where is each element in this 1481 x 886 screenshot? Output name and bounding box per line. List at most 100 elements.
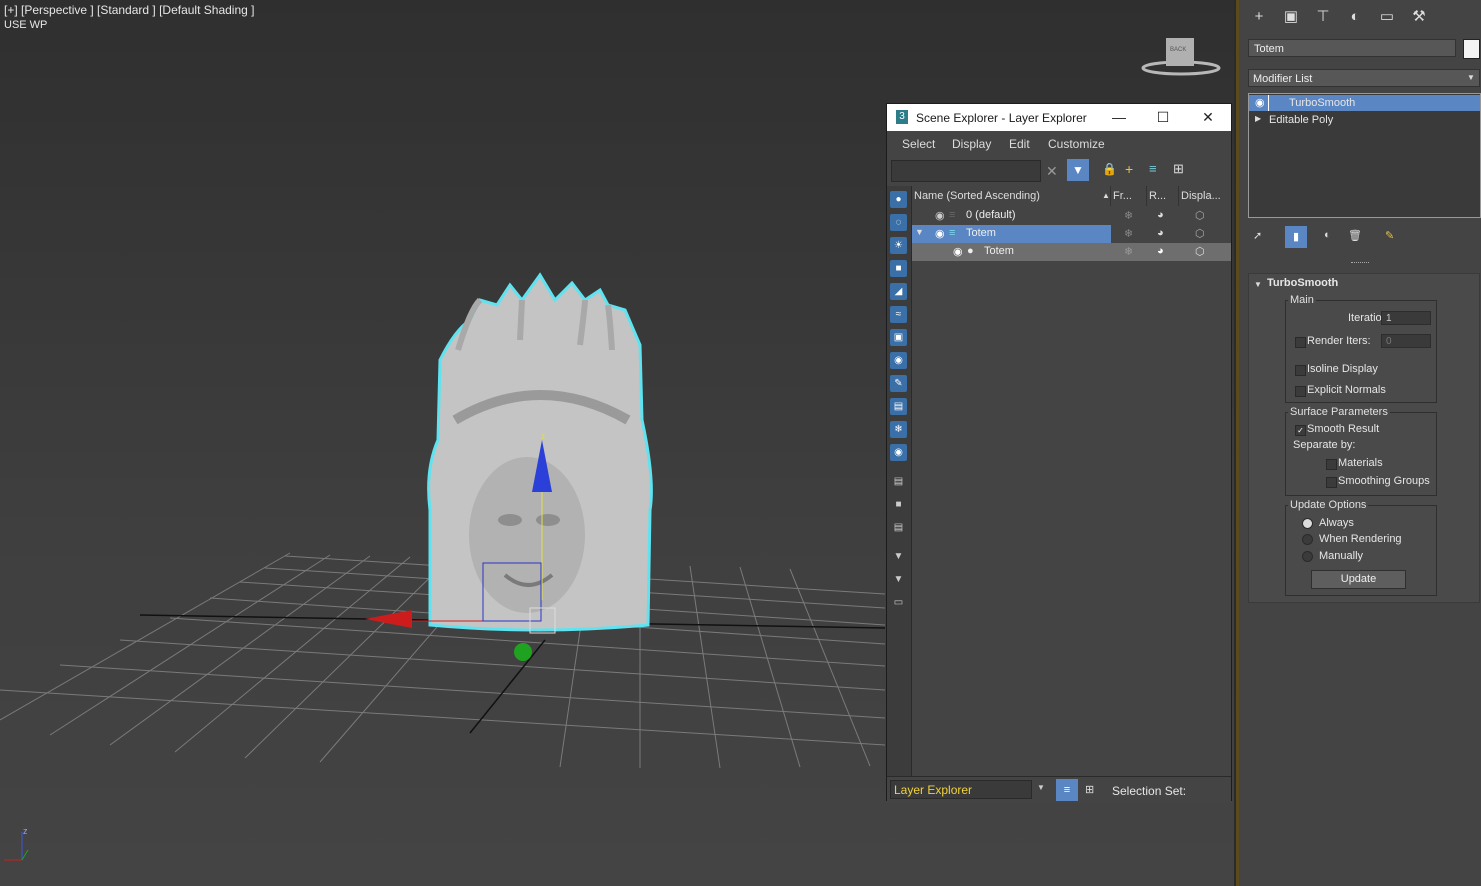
- filter-settings-icon[interactable]: ▼: [890, 548, 907, 565]
- render-teapot-icon[interactable]: ◕: [1157, 227, 1164, 239]
- motion-tab-icon[interactable]: ◐: [1342, 6, 1368, 28]
- explorer-titlebar[interactable]: 3 Scene Explorer - Layer Explorer — ☐ ✕: [887, 104, 1231, 131]
- smooth-result-checkbox[interactable]: ✓: [1295, 425, 1306, 436]
- table-row[interactable]: ◉ ≡ 0 (default) ❄ ◕ ⬡: [912, 207, 1231, 225]
- remove-modifier-icon[interactable]: 🗑: [1348, 229, 1362, 242]
- render-teapot-icon[interactable]: ◕: [1157, 245, 1164, 257]
- display-all-icon[interactable]: ▤: [890, 473, 907, 490]
- freeze-icon[interactable]: ❄: [1124, 209, 1133, 222]
- layers-icon[interactable]: ≡: [1149, 161, 1157, 176]
- hidden-filter-icon[interactable]: ◉: [890, 444, 907, 461]
- helpers-filter-icon[interactable]: ◢: [890, 283, 907, 300]
- col-frozen-header[interactable]: Fr...: [1111, 186, 1147, 206]
- create-tab-icon[interactable]: +: [1246, 6, 1272, 28]
- filter-toggle-icon[interactable]: ▼: [1067, 159, 1089, 181]
- render-iters-spinner[interactable]: 0: [1381, 334, 1431, 348]
- modifier-list-dropdown[interactable]: Modifier List: [1248, 69, 1480, 87]
- display-tab-icon[interactable]: ▭: [1374, 6, 1400, 28]
- viewcube-face-label[interactable]: BACK: [1170, 47, 1186, 53]
- table-row[interactable]: ◉ ● Totem ❄ ◕ ⬡: [912, 243, 1231, 261]
- explicit-normals-checkbox[interactable]: [1295, 386, 1306, 397]
- cameras-filter-icon[interactable]: ■: [890, 260, 907, 277]
- object-name-field[interactable]: Totem: [1248, 39, 1456, 57]
- visibility-eye-icon[interactable]: ◉: [953, 245, 963, 258]
- display-box-icon[interactable]: ⬡: [1195, 245, 1205, 258]
- sync-icon[interactable]: ▭: [890, 594, 907, 611]
- panel-resize-handle[interactable]: [1351, 262, 1369, 265]
- always-radio[interactable]: [1302, 518, 1313, 529]
- hierarchy-mode-icon[interactable]: ⊞: [1085, 783, 1094, 796]
- geometry-filter-icon[interactable]: ●: [890, 191, 907, 208]
- shapes-filter-icon[interactable]: ◌: [890, 214, 907, 231]
- lock-icon[interactable]: 🔒: [1102, 162, 1117, 176]
- isoline-display-checkbox[interactable]: [1295, 365, 1306, 376]
- manually-radio[interactable]: [1302, 551, 1313, 562]
- new-layer-icon[interactable]: +: [1125, 161, 1133, 177]
- explorer-bottom-bar: Layer Explorer ▼ ≡ ⊞ Selection Set:: [887, 776, 1231, 803]
- maximize-button[interactable]: ☐: [1141, 104, 1185, 131]
- display-box-icon[interactable]: ⬡: [1195, 227, 1205, 240]
- spacewarps-filter-icon[interactable]: ≈: [890, 306, 907, 323]
- rollout-collapse-icon[interactable]: ▼: [1254, 280, 1262, 289]
- stack-item-editable-poly[interactable]: ▶ Editable Poly: [1249, 112, 1480, 128]
- minimize-button[interactable]: —: [1097, 104, 1141, 131]
- isoline-display-label: Isoline Display: [1307, 363, 1378, 375]
- dropdown-arrow-icon[interactable]: ▼: [1037, 783, 1045, 792]
- viewport-label-menu[interactable]: [+] [Perspective ] [Standard ] [Default …: [4, 3, 254, 17]
- display-box-icon[interactable]: ⬡: [1195, 209, 1205, 222]
- explorer-type-dropdown[interactable]: Layer Explorer: [890, 780, 1032, 799]
- lights-filter-icon[interactable]: ☀: [890, 237, 907, 254]
- col-display-header[interactable]: Displa...: [1179, 186, 1231, 206]
- hierarchy-tab-icon[interactable]: ⊤: [1310, 6, 1336, 28]
- display-none-icon[interactable]: ■: [890, 496, 907, 513]
- object-color-swatch[interactable]: [1463, 39, 1480, 59]
- rollout-title[interactable]: TurboSmooth: [1267, 277, 1338, 289]
- configure-sets-icon[interactable]: ✎: [1385, 229, 1394, 242]
- stack-item-turbosmooth[interactable]: ◉ TurboSmooth: [1249, 95, 1480, 111]
- visibility-eye-icon[interactable]: ◉: [935, 209, 945, 222]
- main-group: Main Iterations: 1 Render Iters: 0 Isoli…: [1285, 294, 1437, 403]
- explorer-search-input[interactable]: [891, 160, 1041, 182]
- main-group-title: Main: [1288, 294, 1316, 306]
- layer-mode-icon[interactable]: ≡: [1056, 779, 1078, 801]
- render-teapot-icon[interactable]: ◕: [1157, 209, 1164, 221]
- iterations-spinner[interactable]: 1: [1381, 311, 1431, 325]
- groups-filter-icon[interactable]: ▣: [890, 329, 907, 346]
- menu-customize[interactable]: Customize: [1048, 137, 1105, 151]
- render-iters-checkbox[interactable]: [1295, 337, 1306, 348]
- menu-select[interactable]: Select: [902, 137, 935, 151]
- hierarchy-icon[interactable]: ⊞: [1173, 161, 1184, 177]
- table-row[interactable]: ▼ ◉ ≡ Totem ❄ ◕ ⬡: [912, 225, 1231, 243]
- smoothing-groups-checkbox[interactable]: [1326, 477, 1337, 488]
- row-name: Totem: [966, 227, 996, 239]
- collapse-arrow-icon[interactable]: ▼: [915, 227, 924, 237]
- scene-explorer-window[interactable]: 3 Scene Explorer - Layer Explorer — ☐ ✕ …: [886, 103, 1232, 803]
- expand-arrow-icon[interactable]: ▶: [1255, 114, 1261, 123]
- invert-display-icon[interactable]: ▤: [890, 519, 907, 536]
- freeze-icon[interactable]: ❄: [1124, 227, 1133, 240]
- modify-tab-icon[interactable]: ▣: [1278, 6, 1304, 28]
- modifier-eye-icon[interactable]: ◉: [1255, 96, 1265, 109]
- freeze-icon[interactable]: ❄: [1124, 245, 1133, 258]
- when-rendering-radio[interactable]: [1302, 534, 1313, 545]
- containers-filter-icon[interactable]: ▤: [890, 398, 907, 415]
- dropdown-arrow-icon[interactable]: ▼: [1467, 73, 1475, 82]
- xrefs-filter-icon[interactable]: ◉: [890, 352, 907, 369]
- menu-edit[interactable]: Edit: [1009, 137, 1030, 151]
- bones-filter-icon[interactable]: ✎: [890, 375, 907, 392]
- col-name-header[interactable]: Name (Sorted Ascending): [912, 186, 1111, 206]
- manually-label: Manually: [1319, 550, 1364, 562]
- materials-checkbox[interactable]: [1326, 459, 1337, 470]
- col-render-header[interactable]: R...: [1147, 186, 1179, 206]
- menu-display[interactable]: Display: [952, 137, 991, 151]
- frozen-filter-icon[interactable]: ❄: [890, 421, 907, 438]
- utilities-tab-icon[interactable]: ⚒: [1406, 6, 1432, 28]
- pin-stack-icon[interactable]: ➚: [1253, 229, 1262, 242]
- clear-search-icon[interactable]: ✕: [1046, 163, 1058, 180]
- visibility-eye-icon[interactable]: ◉: [935, 227, 945, 240]
- update-button[interactable]: Update: [1311, 570, 1406, 589]
- filter-funnel-icon[interactable]: ▼: [890, 571, 907, 588]
- show-end-result-icon[interactable]: ▮: [1285, 226, 1307, 248]
- close-button[interactable]: ✕: [1186, 104, 1230, 131]
- make-unique-icon[interactable]: ◐: [1324, 229, 1331, 241]
